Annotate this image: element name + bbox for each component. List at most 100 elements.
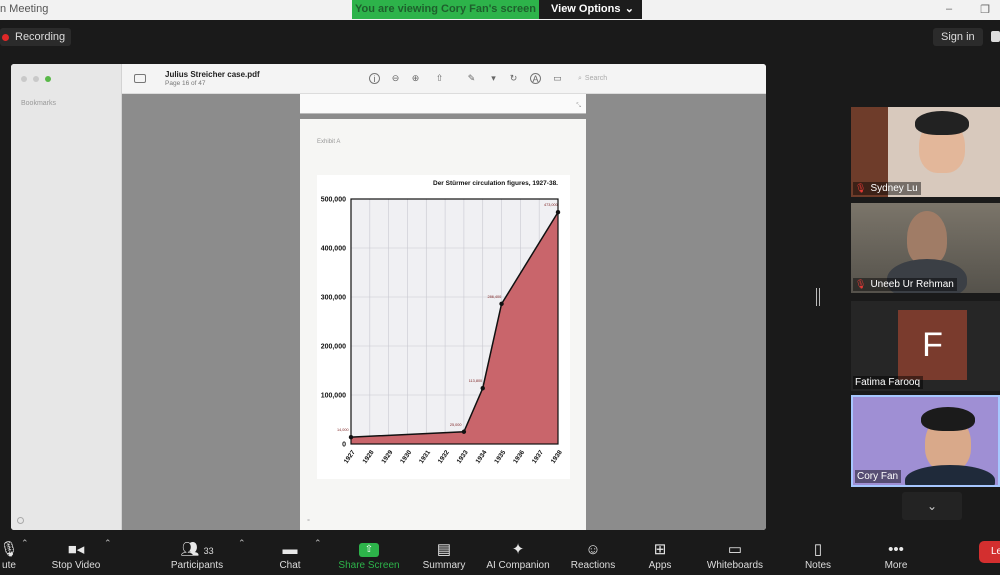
info-icon: i	[369, 73, 380, 84]
participant-video	[907, 211, 947, 265]
data-point	[461, 429, 467, 434]
chevron-up-icon[interactable]: ⌃	[21, 538, 29, 549]
y-tick-label: 400,000	[321, 246, 346, 253]
chevron-up-icon[interactable]: ⌃	[238, 538, 246, 549]
previous-page: ⤡	[300, 94, 586, 114]
minimize-dot-icon	[33, 76, 39, 82]
participants-button[interactable]: 👥︎ 33 Participants	[164, 536, 230, 574]
data-point	[499, 301, 504, 307]
shared-screen: Bookmarks Julius Streicher case.pdf Page…	[11, 64, 766, 530]
chevron-up-icon[interactable]: ⌃	[314, 538, 322, 549]
record-dot-icon	[2, 33, 9, 41]
search-field: ⌕ Search	[578, 72, 658, 85]
minimize-icon[interactable]: –	[946, 3, 952, 16]
participant-name: Uneeb Ur Rehman	[870, 279, 954, 290]
reactions-button[interactable]: ☺ Reactions	[566, 536, 620, 574]
pdf-page: Exhibit A 14,000 25,000 113,800 286,400 473,…	[300, 119, 586, 530]
data-point	[480, 386, 485, 391]
panel-resize-handle[interactable]	[816, 288, 820, 306]
x-tick-label: 1937	[531, 449, 545, 465]
search-icon: ⌕	[578, 74, 582, 82]
chevron-down-icon: ⌄	[926, 499, 938, 513]
mic-muted-icon: 🎙︎	[855, 183, 867, 193]
chat-button[interactable]: ▬ Chat	[274, 536, 306, 574]
ai-companion-button[interactable]: ✦ AI Companion	[482, 536, 554, 574]
viewing-screen-label: You are viewing Cory Fan's screen	[352, 0, 539, 19]
scroll-down-button[interactable]: ⌄	[902, 492, 962, 520]
participant-hair	[921, 407, 975, 431]
more-button[interactable]: ••• More	[878, 536, 914, 574]
participant-tile[interactable]: F Fatima Farooq	[851, 301, 1000, 391]
emoji-icon: ☺	[585, 541, 601, 558]
notes-icon: ▯	[813, 541, 823, 558]
share-screen-label: Share Screen	[338, 560, 400, 571]
participant-name-tag: Cory Fan	[855, 470, 902, 483]
circulation-chart: 14,000 25,000 113,800 286,400 473,000 0 100,00…	[317, 175, 570, 479]
share-banner: You are viewing Cory Fan's screen View O…	[352, 0, 642, 19]
pdf-toolbar: Julius Streicher case.pdf Page 16 of 47 …	[122, 64, 766, 94]
participant-tile[interactable]: 🎙︎ Uneeb Ur Rehman	[851, 203, 1000, 293]
page-label: Exhibit A	[317, 139, 341, 145]
title-bar: n Meeting You are viewing Cory Fan's scr…	[0, 0, 1000, 20]
chart-svg: 14,000 25,000 113,800 286,400 473,000 0 100,00…	[321, 180, 564, 465]
apps-label: Apps	[648, 560, 672, 571]
chevron-down-icon: ▾	[491, 73, 496, 83]
participants-label: Participants	[170, 560, 224, 571]
page-corner-icon: ⤡	[576, 103, 581, 109]
window-traffic-lights	[21, 76, 51, 82]
search-placeholder: Search	[584, 75, 608, 82]
window-controls: – ❐	[946, 3, 990, 16]
sidebar-toggle-icon	[134, 74, 146, 83]
share-screen-button[interactable]: ⇧ Share Screen	[336, 536, 402, 574]
participant-name: Cory Fan	[857, 471, 899, 482]
microphone-icon: 🎙︎	[0, 541, 19, 558]
reactions-label: Reactions	[570, 560, 616, 571]
maximize-icon[interactable]: ❐	[980, 3, 990, 16]
x-tick-label: 1927	[343, 449, 357, 465]
x-tick-label: 1938	[550, 449, 564, 465]
data-label: 286,400	[488, 295, 502, 299]
data-label: 25,000	[450, 423, 462, 427]
notes-button[interactable]: ▯ Notes	[800, 536, 836, 574]
view-options-button[interactable]: View Options ⌄	[539, 0, 642, 19]
recording-indicator[interactable]: Recording	[0, 28, 72, 46]
x-tick-label: 1932	[437, 449, 451, 465]
add-icon	[17, 517, 24, 524]
participants-icon: 👥︎ 33	[180, 541, 214, 558]
annotate-icon: A	[530, 73, 541, 84]
chat-label: Chat	[279, 560, 301, 571]
participant-body	[905, 465, 995, 485]
ai-companion-label: AI Companion	[486, 560, 550, 571]
participant-name-tag: 🎙︎ Uneeb Ur Rehman	[853, 278, 957, 291]
leave-button[interactable]: Le	[979, 541, 1000, 563]
data-label: 473,000	[544, 203, 558, 207]
y-tick-label: 200,000	[321, 344, 346, 351]
apps-button[interactable]: ⊞ Apps	[643, 536, 677, 574]
chevron-down-icon: ⌄	[624, 3, 634, 15]
chevron-up-icon[interactable]: ⌃	[104, 538, 112, 549]
participant-name: Sydney Lu	[870, 183, 918, 194]
video-camera-icon: ■◂	[67, 541, 85, 558]
zoom-in-icon: ⊕	[411, 73, 420, 83]
y-tick-label: 300,000	[321, 295, 346, 302]
whiteboards-button[interactable]: ▭ Whiteboards	[702, 536, 768, 574]
participant-tile[interactable]: 🎙︎ Sydney Lu	[851, 107, 1000, 197]
panel-toggle-icon[interactable]	[991, 31, 1000, 42]
x-tick-label: 1928	[362, 449, 376, 465]
active-participant-tile[interactable]: Cory Fan	[851, 395, 1000, 487]
sign-in-button[interactable]: Sign in	[933, 28, 983, 46]
participant-avatar: F	[898, 310, 967, 380]
chart-title: Der Stürmer circulation figures, 1927-38…	[433, 180, 558, 187]
apps-icon: ⊞	[653, 541, 667, 558]
data-label: 14,000	[337, 428, 349, 432]
data-label: 113,800	[469, 379, 482, 383]
stop-video-button[interactable]: ■◂ Stop Video	[46, 536, 106, 574]
pdf-document-area: ⤡ Exhibit A 14,000 25,000 113,800 286,400 47…	[122, 94, 766, 530]
summary-icon: ▤	[436, 541, 452, 558]
markup-pen-icon: ✎	[467, 73, 476, 83]
y-tick-label: 100,000	[321, 393, 346, 400]
summary-button[interactable]: ▤ Summary	[419, 536, 469, 574]
sparkle-icon: ✦	[511, 541, 525, 558]
page-footer-icon: ⚬	[306, 518, 312, 524]
summary-label: Summary	[422, 560, 466, 571]
